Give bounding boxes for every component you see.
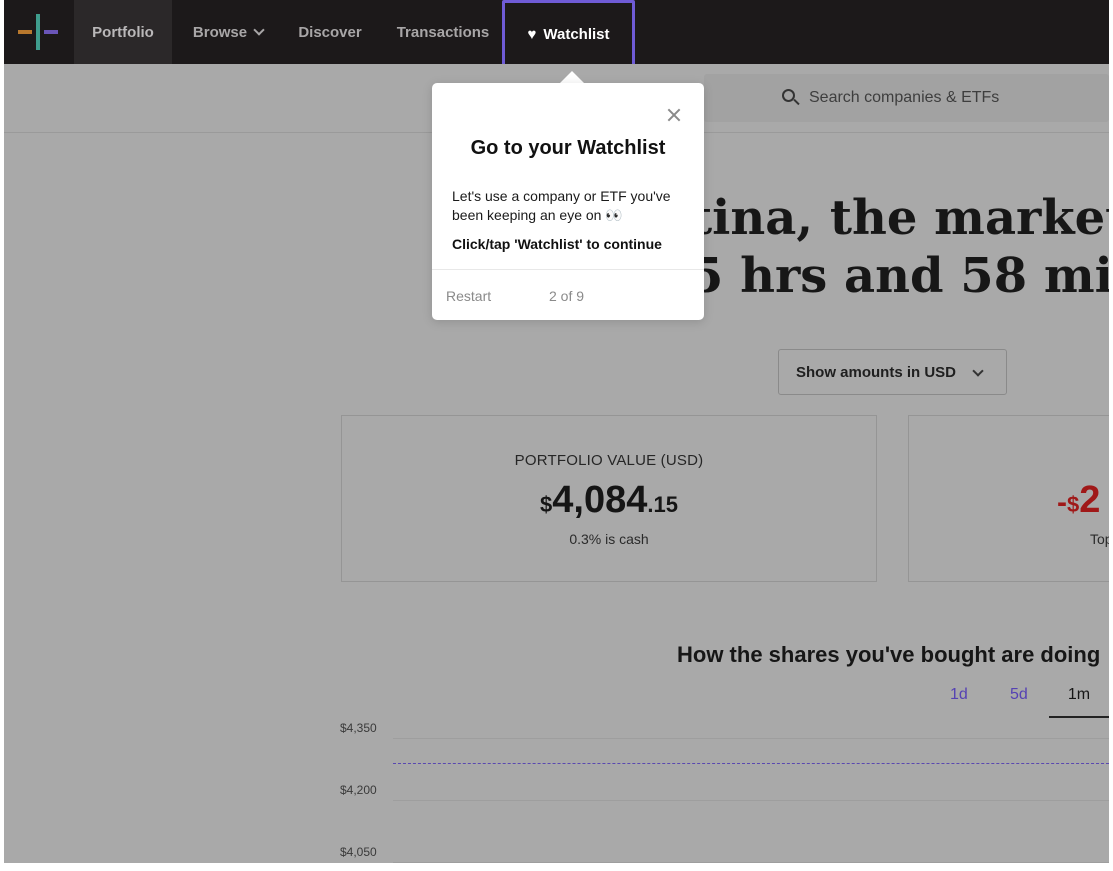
popover-instruction: Click/tap 'Watchlist' to continue	[452, 236, 662, 252]
currency-select[interactable]: Show amounts in USD	[778, 349, 1007, 395]
portfolio-value-label: PORTFOLIO VALUE (USD)	[514, 452, 704, 469]
popover-arrow	[560, 71, 584, 83]
return-card: -$2 Top	[908, 415, 1109, 582]
portfolio-value-cents: .15	[647, 492, 678, 517]
range-tab-1d[interactable]: 1d	[950, 686, 968, 704]
step-indicator: 2 of 9	[549, 288, 585, 304]
gridline	[393, 800, 1109, 801]
return-currency-symbol: $	[1067, 492, 1080, 517]
portfolio-value-card: PORTFOLIO VALUE (USD) $4,084.15 0.3% is …	[341, 415, 877, 582]
return-sign: -	[1057, 486, 1067, 519]
popover-title: Go to your Watchlist	[470, 137, 666, 159]
currency-select-value: Show amounts in USD	[796, 363, 957, 381]
nav-transactions[interactable]: Transactions	[384, 0, 502, 64]
search-placeholder: Search companies & ETFs	[809, 89, 1000, 106]
search-icon	[782, 89, 800, 107]
logo-bar-left	[18, 30, 32, 34]
y-axis-tick-label: $4,050	[340, 845, 377, 859]
gridline	[393, 738, 1109, 739]
nav-transactions-label: Transactions	[396, 23, 490, 41]
heart-icon: ♥	[527, 26, 537, 43]
return-value-number: 2	[1079, 479, 1101, 521]
page-heading: tina, the markets c 5 hrs and 58 mins	[690, 189, 1109, 305]
logo-bar-vertical	[36, 14, 40, 50]
onboarding-popover: Go to your Watchlist Let's use a company…	[432, 83, 704, 320]
series-line	[393, 762, 1109, 764]
gridline	[393, 862, 1109, 863]
heading-line-1: tina, the markets c	[690, 190, 1109, 246]
nav-discover[interactable]: Discover	[286, 0, 374, 64]
portfolio-currency-symbol: $	[540, 492, 553, 517]
chevron-down-icon	[253, 23, 265, 36]
y-axis-tick-label: $4,200	[340, 783, 377, 797]
heading-line-2: 5 hrs and 58 mins	[690, 248, 1109, 304]
nav-browse[interactable]: Browse	[180, 0, 276, 64]
return-value: -$2	[1057, 479, 1100, 522]
y-axis-tick-label: $4,350	[340, 721, 377, 735]
nav-watchlist[interactable]: ♥ Watchlist	[502, 0, 635, 69]
logo-bar-right	[44, 30, 58, 34]
popover-divider	[432, 269, 704, 270]
return-sub-label: Top	[1090, 531, 1109, 547]
close-icon[interactable]	[666, 107, 682, 123]
nav-portfolio-label: Portfolio	[92, 23, 154, 41]
portfolio-value: $4,084.15	[342, 479, 876, 522]
chart-title: How the shares you've bought are doing	[677, 642, 1101, 667]
search-input[interactable]: Search companies & ETFs	[704, 74, 1109, 122]
range-tab-1m[interactable]: 1m	[1049, 686, 1109, 718]
app-frame: Portfolio Browse Discover Transactions ♥…	[4, 0, 1109, 863]
app-logo[interactable]	[18, 14, 60, 50]
top-nav: Portfolio Browse Discover Transactions ♥…	[4, 0, 1109, 69]
nav-browse-label: Browse	[192, 23, 248, 41]
nav-watchlist-label: Watchlist	[543, 26, 610, 43]
nav-discover-label: Discover	[298, 23, 362, 41]
chevron-down-icon	[972, 365, 984, 377]
nav-portfolio[interactable]: Portfolio	[74, 0, 172, 64]
range-tab-5d[interactable]: 5d	[1010, 686, 1028, 704]
restart-button[interactable]: Restart	[446, 288, 491, 304]
portfolio-value-whole: 4,084	[552, 479, 648, 521]
popover-body: Let's use a company or ETF you've been k…	[452, 188, 671, 223]
cash-percentage: 0.3% is cash	[569, 531, 649, 547]
